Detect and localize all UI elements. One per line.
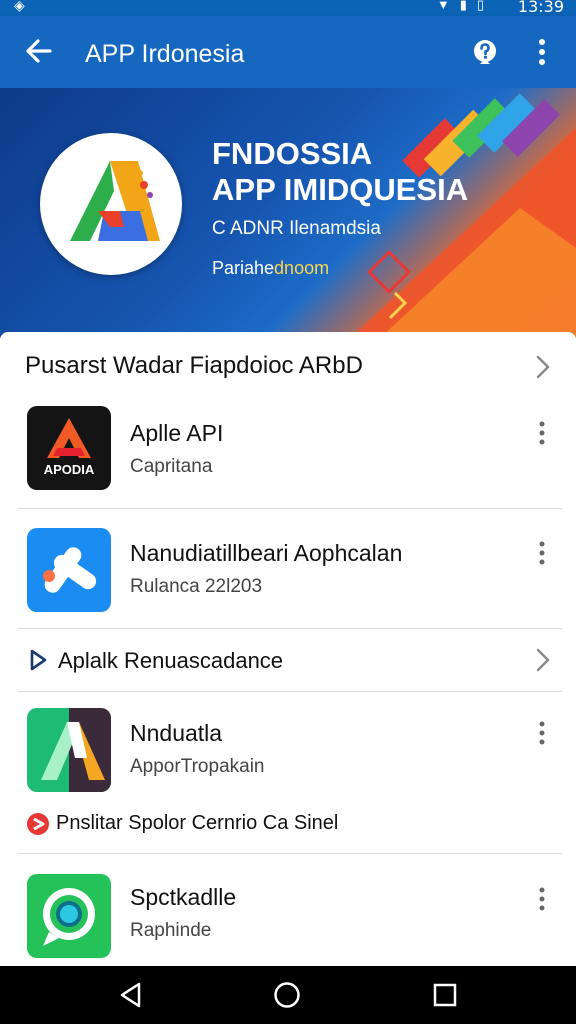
more-vert-icon[interactable] <box>532 886 552 912</box>
hero-banner: FNDOSSIA APP IMIDQUESIA C ADNR Ilenamdsi… <box>0 88 576 338</box>
wifi-icon: ▼ <box>436 0 460 12</box>
app-subtitle: Capritana <box>130 456 213 477</box>
divider <box>18 691 562 692</box>
more-vert-icon[interactable] <box>532 720 552 746</box>
nav-recents-icon[interactable] <box>430 980 460 1010</box>
battery-icon: ▯ <box>476 0 494 12</box>
notification-icon: ◈ <box>14 0 25 13</box>
app-logo <box>40 133 182 275</box>
app-icon-text: APODIA <box>43 462 95 477</box>
app-name: Nanudiatillbeari Aophcalan <box>130 540 403 566</box>
status-time: 13:39 <box>517 0 564 16</box>
app-subtitle: ApporTropakain <box>130 756 265 777</box>
app-icon <box>27 874 111 958</box>
status-bar: ◈ ▼▮▯ 13:39 <box>0 0 576 16</box>
app-name: Nnduatla <box>130 720 223 746</box>
app-name: Aplle API <box>130 420 224 446</box>
status-icons: ▼▮▯ <box>437 0 494 13</box>
section-title[interactable]: Pusarst Wadar Fiapdoioc ARbD <box>25 352 363 380</box>
link-label: Aplalk Renuascadance <box>58 648 284 673</box>
list-item[interactable]: APODIA Aplle API Capritana <box>0 402 576 510</box>
more-vert-icon[interactable] <box>532 420 552 446</box>
red-badge-icon <box>27 813 49 835</box>
content-sheet: Pusarst Wadar Fiapdoioc ARbD APODIA Apll… <box>0 332 576 966</box>
app-logo-icon <box>70 161 160 241</box>
list-item[interactable]: Nnduatla ApporTropakain <box>0 704 576 800</box>
hero-title-line1: FNDOSSIA <box>212 136 373 171</box>
app-icon <box>27 528 111 612</box>
more-vert-icon[interactable] <box>532 540 552 566</box>
app-icon <box>27 708 111 792</box>
hero-tagline-end: dnoom <box>274 258 330 278</box>
nav-home-icon[interactable] <box>272 980 302 1010</box>
app-subtitle: Rulanca 22l203 <box>130 576 263 597</box>
link-label: Pnslitar Spolor Cernrio Ca Sinel <box>56 812 339 834</box>
chevron-right-icon[interactable] <box>535 648 551 672</box>
app-icon-graphic <box>41 708 111 792</box>
link-row[interactable]: Aplalk Renuascadance <box>0 630 576 690</box>
signal-icon: ▮ <box>459 0 477 12</box>
divider <box>18 853 562 854</box>
divider <box>18 508 562 509</box>
app-bar-title: APP Irdonesia <box>85 40 245 68</box>
hero-tagline: Pariahednoom <box>212 258 329 279</box>
app-icon-graphic <box>43 547 97 593</box>
app-name: Spctkadlle <box>130 884 237 910</box>
app-icon-graphic <box>43 888 95 946</box>
app-bar: APP Irdonesia <box>0 16 576 88</box>
list-item[interactable]: Spctkadlle Raphinde <box>0 868 576 964</box>
hero-title-line2: APP IMIDQUESIA <box>212 172 469 207</box>
nav-bar <box>0 966 576 1024</box>
more-vert-icon[interactable] <box>528 36 556 68</box>
list-item[interactable]: Nanudiatillbeari Aophcalan Rulanca 22l20… <box>0 524 576 628</box>
play-triangle-icon <box>30 649 47 671</box>
nav-back-icon[interactable] <box>116 980 146 1010</box>
help-icon[interactable] <box>470 38 500 68</box>
app-icon-graphic <box>47 418 91 458</box>
chevron-right-icon[interactable] <box>535 355 551 379</box>
divider <box>18 628 562 629</box>
app-subtitle: Raphinde <box>130 920 212 941</box>
link-row[interactable]: Pnslitar Spolor Cernrio Ca Sinel <box>0 802 576 850</box>
back-arrow-icon[interactable] <box>22 34 56 68</box>
app-icon: APODIA <box>27 406 111 490</box>
hero-subtitle: C ADNR Ilenamdsia <box>212 218 381 239</box>
hero-tagline-start: Pariahe <box>212 258 275 278</box>
